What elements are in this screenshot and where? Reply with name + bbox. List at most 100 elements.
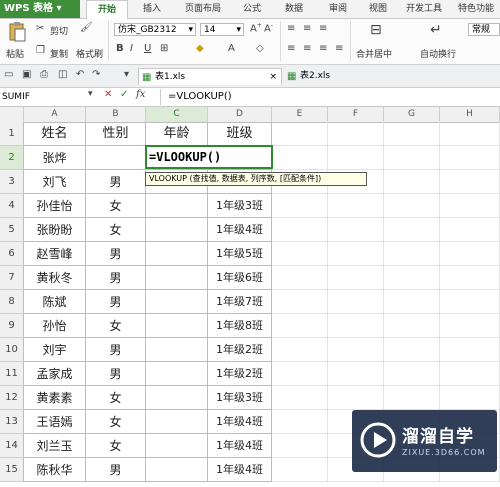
cell[interactable] xyxy=(272,146,328,170)
row-header[interactable]: 4 xyxy=(0,194,24,218)
italic-icon[interactable]: I xyxy=(130,43,133,54)
cell-editor[interactable]: =VLOOKUP() xyxy=(145,145,273,169)
column-header[interactable]: C xyxy=(146,107,208,122)
cell[interactable]: 1年级4班 xyxy=(208,218,272,242)
cell[interactable]: 1年级7班 xyxy=(208,290,272,314)
cell[interactable] xyxy=(146,362,208,386)
cell[interactable]: 黄秋冬 xyxy=(24,266,86,290)
fill-color-icon[interactable]: ◆ xyxy=(196,43,204,54)
row-header[interactable]: 3 xyxy=(0,170,24,194)
tab-insert[interactable]: 插入 xyxy=(136,0,168,18)
cell[interactable] xyxy=(384,194,440,218)
cell[interactable] xyxy=(272,386,328,410)
cell[interactable] xyxy=(272,290,328,314)
cell[interactable]: 男 xyxy=(86,242,146,266)
copy-button[interactable]: 复制 xyxy=(50,47,68,60)
paste-icon[interactable] xyxy=(6,22,28,42)
column-header[interactable]: D xyxy=(208,107,272,122)
cell[interactable] xyxy=(384,146,440,170)
column-header[interactable]: B xyxy=(86,107,146,122)
row-header[interactable]: 12 xyxy=(0,386,24,410)
cell[interactable] xyxy=(384,170,440,194)
cell[interactable]: 女 xyxy=(86,434,146,458)
row-header[interactable]: 1 xyxy=(0,122,24,146)
cell[interactable] xyxy=(440,386,500,410)
align-left-icon[interactable]: ≡ xyxy=(287,43,295,54)
name-box[interactable]: SUMIF xyxy=(2,90,90,104)
merge-center-button[interactable]: 合并居中 xyxy=(356,47,392,60)
row-header[interactable]: 7 xyxy=(0,266,24,290)
cell[interactable]: 黄素素 xyxy=(24,386,86,410)
cell[interactable] xyxy=(272,122,328,146)
cell[interactable]: 姓名 xyxy=(24,122,86,146)
chevron-down-icon[interactable]: ▾ xyxy=(88,89,93,99)
preview-icon[interactable]: ◫ xyxy=(58,69,67,80)
cell[interactable] xyxy=(272,242,328,266)
cell[interactable] xyxy=(440,194,500,218)
close-icon[interactable]: × xyxy=(269,69,277,86)
border-icon[interactable]: ⊞ xyxy=(160,43,168,54)
cell[interactable]: 1年级2班 xyxy=(208,362,272,386)
tab-data[interactable]: 数据 xyxy=(278,0,310,18)
column-header[interactable]: F xyxy=(328,107,384,122)
cell[interactable] xyxy=(384,290,440,314)
grow-font-icon[interactable]: A+ xyxy=(250,22,262,34)
cell[interactable] xyxy=(440,122,500,146)
cell[interactable] xyxy=(146,434,208,458)
file-tab-1[interactable]: ▦ 表1.xls × xyxy=(138,68,282,85)
cell[interactable] xyxy=(384,338,440,362)
formula-input[interactable]: =VLOOKUP() xyxy=(168,89,232,105)
cell[interactable] xyxy=(384,218,440,242)
file-tab-2[interactable]: ▦ 表2.xls xyxy=(284,68,424,85)
column-header[interactable]: A xyxy=(24,107,86,122)
cell[interactable] xyxy=(440,314,500,338)
cell[interactable]: 孟家成 xyxy=(24,362,86,386)
cell[interactable]: 孙佳怡 xyxy=(24,194,86,218)
cell[interactable] xyxy=(440,242,500,266)
cell[interactable] xyxy=(272,266,328,290)
cell[interactable]: 赵雪峰 xyxy=(24,242,86,266)
tab-page-layout[interactable]: 页面布局 xyxy=(176,0,230,18)
cell[interactable] xyxy=(440,146,500,170)
align-center-icon[interactable]: ≡ xyxy=(303,43,311,54)
cell[interactable] xyxy=(272,314,328,338)
cut-button[interactable]: 剪切 xyxy=(50,24,68,37)
cell[interactable]: 性别 xyxy=(86,122,146,146)
wrap-text-button[interactable]: 自动换行 xyxy=(420,47,456,60)
cell[interactable]: 女 xyxy=(86,386,146,410)
cell[interactable]: 王语嫣 xyxy=(24,410,86,434)
cell[interactable]: 1年级4班 xyxy=(208,410,272,434)
cancel-icon[interactable]: ✕ xyxy=(104,89,112,100)
row-header[interactable]: 6 xyxy=(0,242,24,266)
cell[interactable] xyxy=(440,290,500,314)
cell[interactable] xyxy=(384,314,440,338)
cell[interactable]: 男 xyxy=(86,338,146,362)
cell[interactable]: 张烨 xyxy=(24,146,86,170)
cell[interactable] xyxy=(146,458,208,482)
cell[interactable]: 女 xyxy=(86,194,146,218)
cell[interactable] xyxy=(328,218,384,242)
cell[interactable] xyxy=(146,338,208,362)
row-header[interactable]: 14 xyxy=(0,434,24,458)
cell[interactable] xyxy=(328,242,384,266)
tab-special[interactable]: 特色功能 xyxy=(452,0,500,18)
cell[interactable] xyxy=(146,218,208,242)
cell[interactable] xyxy=(146,194,208,218)
cell[interactable] xyxy=(328,386,384,410)
bold-icon[interactable]: B xyxy=(116,43,124,54)
cell[interactable]: 1年级4班 xyxy=(208,434,272,458)
cell[interactable]: 男 xyxy=(86,458,146,482)
clear-format-icon[interactable]: ◇ xyxy=(256,43,264,54)
cell[interactable] xyxy=(146,290,208,314)
cell[interactable] xyxy=(440,218,500,242)
shrink-font-icon[interactable]: A- xyxy=(264,22,273,34)
cell[interactable]: 陈秋华 xyxy=(24,458,86,482)
save-icon[interactable]: ▣ xyxy=(22,69,31,80)
cell[interactable]: 男 xyxy=(86,290,146,314)
font-color-icon[interactable]: A xyxy=(228,43,235,54)
cell[interactable] xyxy=(328,290,384,314)
justify-icon[interactable]: ≡ xyxy=(335,43,343,54)
open-icon[interactable]: ▭ xyxy=(4,69,13,80)
cell[interactable] xyxy=(384,386,440,410)
cell[interactable]: 女 xyxy=(86,314,146,338)
